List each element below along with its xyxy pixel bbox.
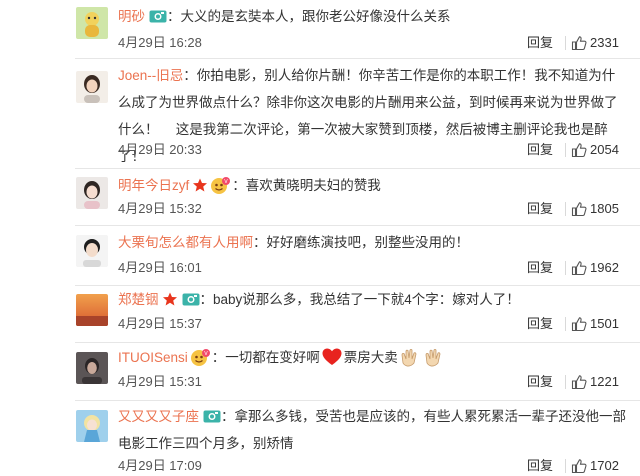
- comment-body: ：喜欢黄晓明夫妇的赞我: [232, 178, 381, 193]
- comment-text: 郑楚铟 ：baby说那么多，我总结了一下就4个字：嫁对人了！: [118, 286, 626, 313]
- like-count: 1702: [590, 458, 619, 473]
- avatar[interactable]: [76, 177, 108, 209]
- divider: [565, 459, 566, 473]
- comment-item: 明年今日zyf V ：喜欢黄晓明夫妇的赞我 4月29日 15:32 回复 1805: [0, 169, 640, 225]
- like-count: 1805: [590, 201, 619, 216]
- camera-badge-icon: [203, 405, 221, 423]
- like-button[interactable]: 1221: [571, 372, 619, 392]
- thumbs-up-icon: [571, 375, 587, 390]
- like-count: 2054: [590, 142, 619, 157]
- comment-item: Joen--旧忌：你拍电影，别人给你片酬！你辛苦工作是你的本职工作！我不知道为什…: [0, 59, 640, 168]
- username-link[interactable]: 又又又又子座: [118, 409, 199, 424]
- thumbs-up-icon: [571, 143, 587, 158]
- timestamp: 4月29日 15:37: [118, 316, 202, 331]
- divider: [565, 375, 566, 389]
- thumbs-up-icon: [571, 202, 587, 217]
- vip-star-icon: [192, 174, 208, 192]
- comment-text: ITUOISensi V ：一切都在变好啊 票房大卖: [118, 344, 626, 371]
- reply-button[interactable]: 回复: [527, 456, 553, 476]
- thumbs-up-icon: [571, 261, 587, 276]
- avatar[interactable]: [76, 71, 108, 103]
- comment-item: 大栗旬怎么都有人用啊：好好磨练演技吧，别整些没用的！ 4月29日 16:01 回…: [0, 226, 640, 285]
- comment-body: ：baby说那么多，我总结了一下就4个字：嫁对人了！: [199, 292, 520, 307]
- comment-body: 票房大卖: [343, 350, 398, 365]
- reply-button[interactable]: 回复: [527, 140, 553, 160]
- username-link[interactable]: Joen--旧忌: [118, 68, 183, 83]
- comment-meta: 4月29日 16:01 回复 1962: [118, 258, 640, 278]
- avatar[interactable]: [76, 235, 108, 267]
- comment-meta: 4月29日 16:28 回复 2331: [118, 33, 640, 53]
- comment-body: ：一切都在变好啊: [211, 350, 320, 365]
- comment-item: 郑楚铟 ：baby说那么多，我总结了一下就4个字：嫁对人了！ 4月29日 15:3…: [0, 286, 640, 342]
- thumbs-up-icon: [571, 36, 587, 51]
- fan-emoji-icon: V: [189, 347, 211, 367]
- camera-badge-icon: [182, 288, 200, 306]
- timestamp: 4月29日 16:01: [118, 260, 202, 275]
- clap-emoji-icon: [423, 347, 445, 367]
- comment-item: 明砂 ：大义的是玄奘本人，跟你老公好像没什么关系 4月29日 16:28 回复 2…: [0, 0, 640, 58]
- username-link[interactable]: 明砂: [118, 9, 145, 24]
- like-button[interactable]: 2331: [571, 33, 619, 53]
- vip-star-icon: [162, 288, 178, 306]
- username-link[interactable]: 大栗旬怎么都有人用啊: [118, 235, 253, 250]
- divider: [565, 202, 566, 216]
- timestamp: 4月29日 16:28: [118, 35, 202, 50]
- avatar[interactable]: [76, 410, 108, 442]
- username-link[interactable]: 郑楚铟: [118, 292, 159, 307]
- comment-item: 又又又又子座 ：拿那么多钱，受苦也是应该的，有些人累死累活一辈子还没他一部电影工作…: [0, 401, 640, 476]
- avatar[interactable]: [76, 294, 108, 326]
- comment-body: ：大义的是玄奘本人，跟你老公好像没什么关系: [167, 9, 451, 24]
- comment-meta: 4月29日 17:09 回复 1702: [118, 456, 640, 476]
- divider: [565, 261, 566, 275]
- username-link[interactable]: ITUOISensi: [118, 350, 188, 365]
- reply-button[interactable]: 回复: [527, 258, 553, 278]
- avatar[interactable]: [76, 7, 108, 39]
- comment-item: ITUOISensi V ：一切都在变好啊 票房大卖 4月29日 15:31 回复 1…: [0, 343, 640, 400]
- like-button[interactable]: 1501: [571, 314, 619, 334]
- comment-meta: 4月29日 15:37 回复 1501: [118, 314, 640, 334]
- comment-meta: 4月29日 15:32 回复 1805: [118, 199, 640, 219]
- avatar[interactable]: [76, 352, 108, 384]
- thumbs-up-icon: [571, 459, 587, 474]
- like-count: 1221: [590, 374, 619, 389]
- comment-text: 明年今日zyf V ：喜欢黄晓明夫妇的赞我: [118, 172, 626, 199]
- like-count: 2331: [590, 35, 619, 50]
- comment-meta: 4月29日 15:31 回复 1221: [118, 372, 640, 392]
- reply-button[interactable]: 回复: [527, 199, 553, 219]
- timestamp: 4月29日 15:31: [118, 374, 202, 389]
- comment-body: ：好好磨练演技吧，别整些没用的！: [253, 235, 469, 250]
- timestamp: 4月29日 20:33: [118, 142, 202, 157]
- comment-text: 明砂 ：大义的是玄奘本人，跟你老公好像没什么关系: [118, 3, 626, 30]
- timestamp: 4月29日 15:32: [118, 201, 202, 216]
- comment-meta: 4月29日 20:33 回复 2054: [118, 140, 640, 160]
- clap-emoji-icon: [399, 347, 421, 367]
- timestamp: 4月29日 17:09: [118, 458, 202, 473]
- like-button[interactable]: 2054: [571, 140, 619, 160]
- like-button[interactable]: 1702: [571, 456, 619, 476]
- divider: [565, 317, 566, 331]
- svg-text:V: V: [225, 179, 229, 185]
- reply-button[interactable]: 回复: [527, 314, 553, 334]
- reply-button[interactable]: 回复: [527, 372, 553, 392]
- thumbs-up-icon: [571, 317, 587, 332]
- divider: [565, 143, 566, 157]
- comment-text: 大栗旬怎么都有人用啊：好好磨练演技吧，别整些没用的！: [118, 229, 626, 256]
- like-button[interactable]: 1805: [571, 199, 619, 219]
- divider: [565, 36, 566, 50]
- like-count: 1501: [590, 316, 619, 331]
- svg-text:V: V: [204, 351, 208, 357]
- like-button[interactable]: 1962: [571, 258, 619, 278]
- fan-emoji-icon: V: [209, 175, 231, 195]
- like-count: 1962: [590, 260, 619, 275]
- camera-badge-icon: [149, 5, 167, 23]
- username-link[interactable]: 明年今日zyf: [118, 178, 189, 193]
- heart-emoji-icon: [321, 347, 343, 367]
- comment-text: 又又又又子座 ：拿那么多钱，受苦也是应该的，有些人累死累活一辈子还没他一部电影工作…: [118, 403, 626, 457]
- reply-button[interactable]: 回复: [527, 33, 553, 53]
- comment-feed: 明砂 ：大义的是玄奘本人，跟你老公好像没什么关系 4月29日 16:28 回复 2…: [0, 0, 640, 476]
